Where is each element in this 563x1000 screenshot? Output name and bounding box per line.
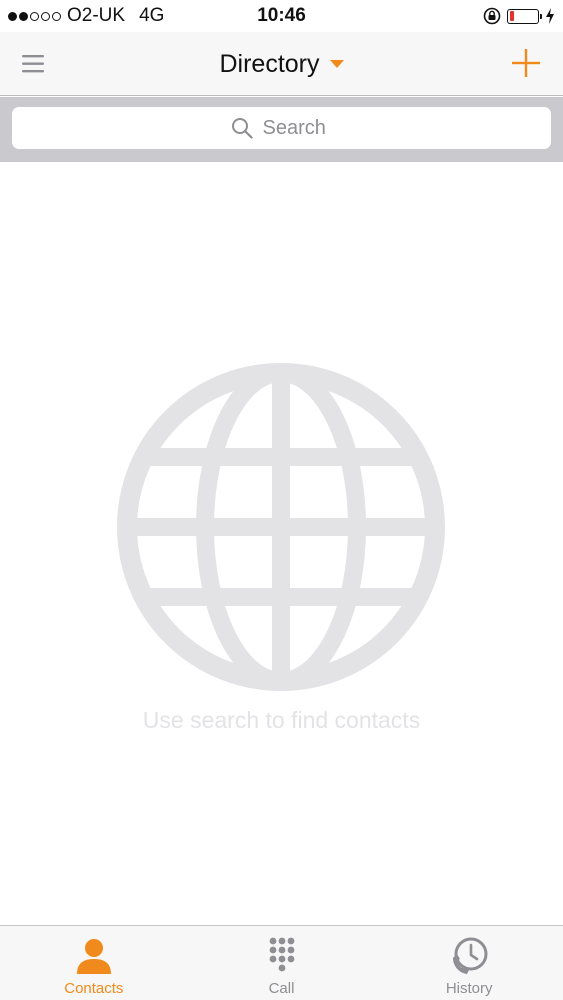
search-icon [231,118,253,139]
tab-history[interactable]: History [375,926,563,1000]
empty-state-message: Use search to find contacts [142,707,421,733]
status-right [483,0,555,32]
signal-dot [52,11,61,21]
tab-label: Call [268,980,295,997]
globe-icon [117,363,445,691]
tab-label: Contacts [64,980,124,997]
caret-down-icon[interactable] [329,60,344,68]
tab-call[interactable]: Call [188,926,376,1000]
carrier-name: O2-UK [67,5,126,26]
search-bar-container [0,97,563,162]
rotation-lock-icon [483,7,501,25]
signal-dot [30,11,39,21]
clock-phone-icon [453,937,488,974]
charging-bolt-icon [546,8,554,24]
search-field[interactable] [12,107,551,149]
person-icon [76,939,111,974]
dialpad-icon [269,937,294,972]
signal-dot [41,11,50,21]
signal-dot [8,11,17,21]
page-title[interactable]: Directory [219,50,319,79]
signal-dot [19,11,28,21]
tab-label: History [445,980,493,997]
status-bar: O2-UK 4G 10:46 [0,0,563,32]
plus-icon[interactable] [511,48,541,78]
tab-bar: Contacts Call History [0,925,563,1000]
search-input[interactable] [262,116,333,140]
signal-strength-icon [8,11,61,21]
battery-icon [507,8,542,24]
battery-level-fill [509,11,514,21]
navigation-bar: Directory [0,32,563,96]
network-type: 4G [139,5,165,26]
directory-selector[interactable]: Directory [0,32,563,96]
tab-contacts[interactable]: Contacts [0,926,188,1000]
